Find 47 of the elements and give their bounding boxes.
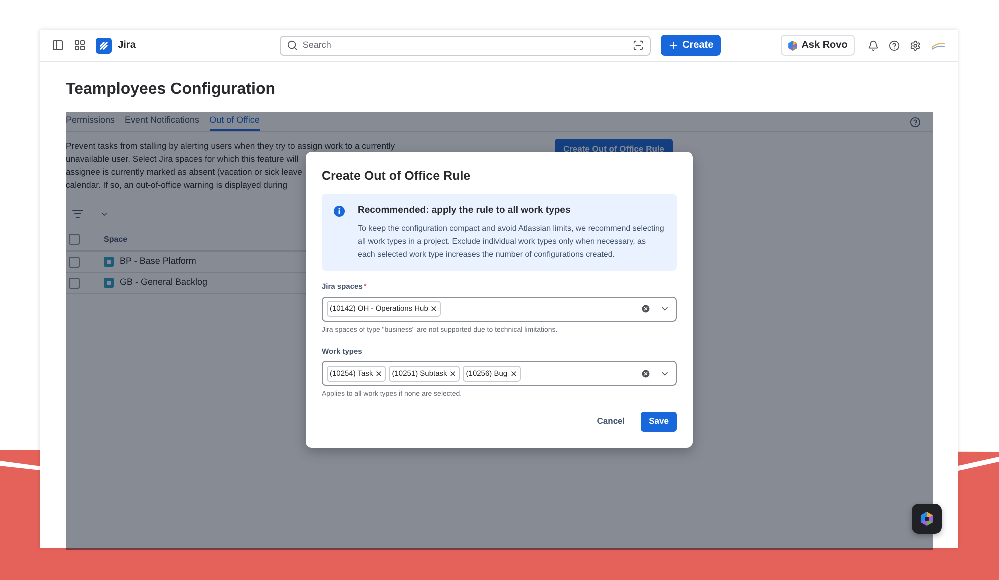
checkbox[interactable] <box>69 234 80 245</box>
info-icon <box>334 206 345 217</box>
jira-logo-icon[interactable] <box>96 38 112 54</box>
hexagon-logo-icon <box>920 512 934 526</box>
help-icon[interactable] <box>888 40 900 52</box>
plus-icon <box>668 40 679 51</box>
remove-icon[interactable] <box>510 370 518 378</box>
scan-icon[interactable] <box>632 40 644 51</box>
dialog-title: Create Out of Office Rule <box>322 168 472 184</box>
checkbox[interactable] <box>69 256 80 268</box>
cancel-button[interactable]: Cancel <box>589 412 634 432</box>
settings-icon[interactable] <box>910 40 922 52</box>
description-line: calendar. If so, an out-of-office warning is displayed during <box>66 179 288 192</box>
notice-text: To keep the configuration compact and avoid Atlassian limits, we recommend selecting all work types in a project. Exclude individual work types only when necessary, as each selected work type increases the number of configurations created. <box>358 223 665 262</box>
description-line: assignee is currently marked as absent (vacation or sick leave <box>66 166 302 179</box>
table-cell-text: GB - General Backlog <box>120 276 208 290</box>
help-icon[interactable] <box>910 117 921 128</box>
search-icon <box>286 40 298 51</box>
description-line: unavailable user. Select Jira spaces for which this feature will <box>66 153 299 166</box>
page-title: Teamployees Configuration <box>66 80 277 100</box>
hexagon-logo-icon <box>788 40 798 50</box>
filter-icon[interactable] <box>72 208 84 220</box>
app-switcher-icon[interactable] <box>74 39 86 52</box>
checkbox[interactable] <box>69 278 80 288</box>
tab[interactable]: Permissions <box>66 114 116 131</box>
column-header: Space <box>104 234 128 246</box>
search-field[interactable]: Search <box>280 36 651 56</box>
notifications-icon[interactable] <box>868 40 879 52</box>
ask-rovo-button[interactable]: Ask Rovo <box>780 35 855 56</box>
table-cell-text: BP - Base Platform <box>120 255 196 268</box>
space-icon <box>104 278 114 288</box>
clear-icon[interactable] <box>641 368 651 379</box>
tab[interactable]: Event Notifications <box>125 114 200 131</box>
rovo-chat-button[interactable] <box>912 504 942 534</box>
space-icon <box>104 257 114 267</box>
remove-icon[interactable] <box>375 370 384 378</box>
create-button[interactable]: Create <box>660 35 721 56</box>
remove-icon[interactable] <box>430 305 438 313</box>
tab[interactable]: Out of Office <box>210 114 260 131</box>
sidebar-toggle-icon[interactable] <box>52 39 64 52</box>
app-name: Jira <box>118 39 136 53</box>
remove-icon[interactable] <box>449 370 458 378</box>
search-input[interactable]: Search <box>302 38 628 52</box>
save-button[interactable]: Save <box>641 412 677 432</box>
notice-title: Recommended: apply the rule to all work types <box>358 204 572 218</box>
description-line: Prevent tasks from stalling by alerting users when they try to assign work to a currently <box>66 140 396 153</box>
clear-icon[interactable] <box>641 304 651 314</box>
